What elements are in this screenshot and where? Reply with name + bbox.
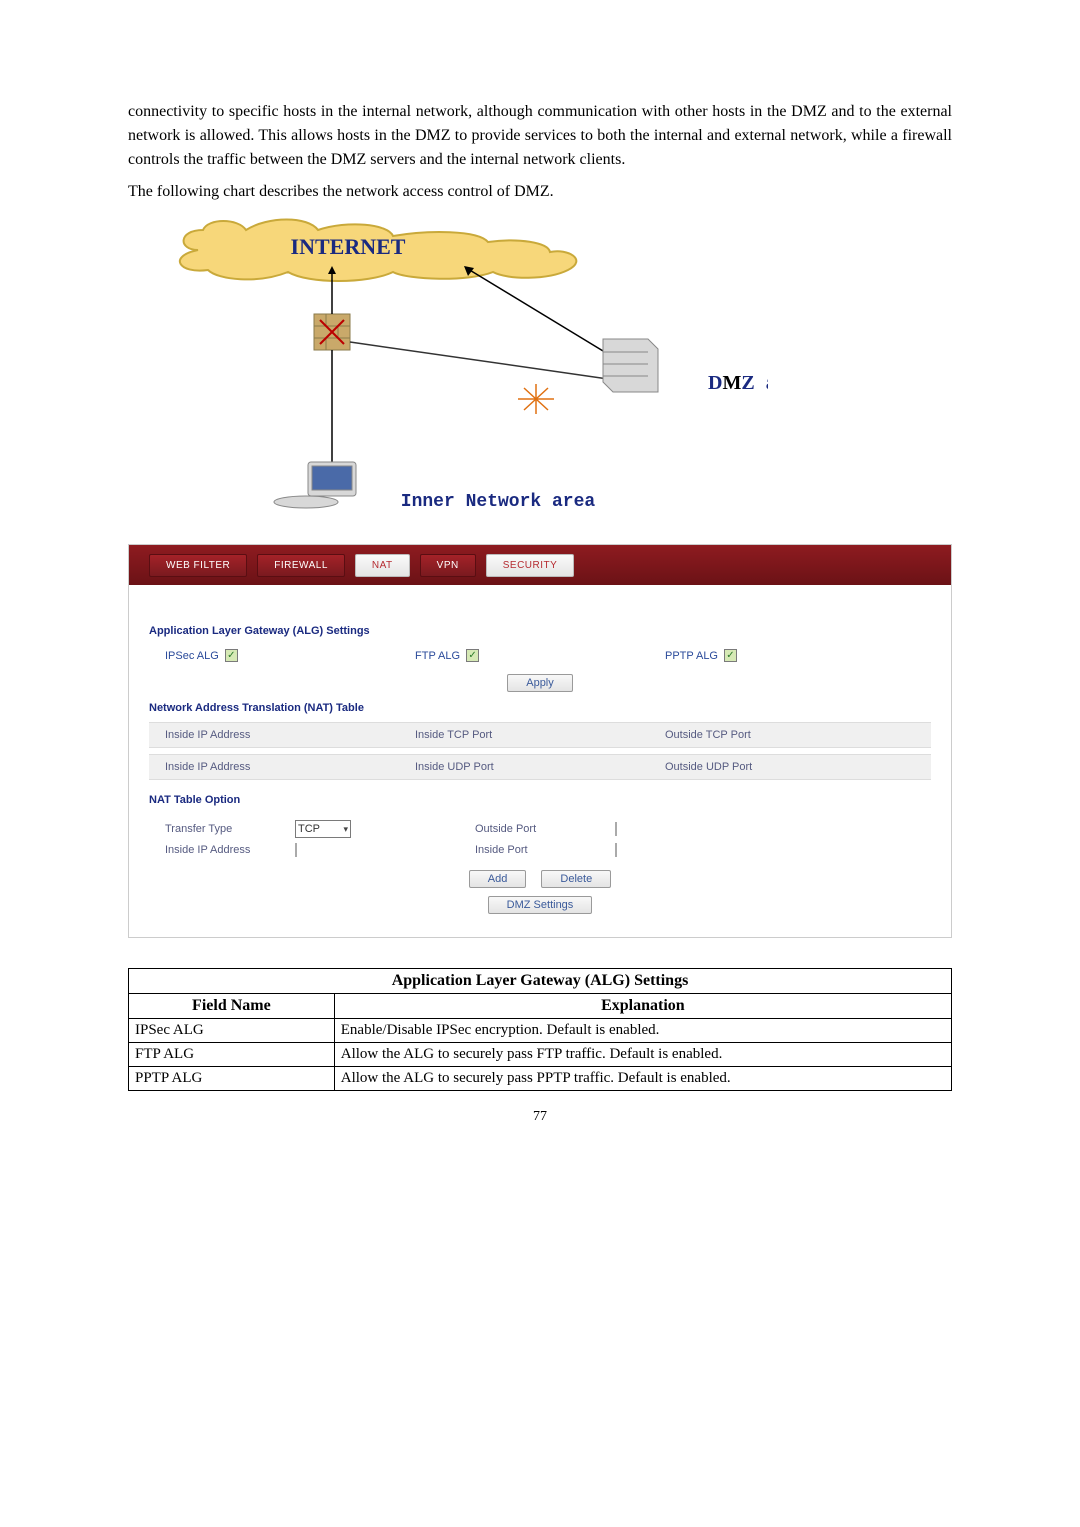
col-inside-ip: Inside IP Address <box>165 729 415 741</box>
dmz-label: DMZ area <box>708 372 768 394</box>
table-row: FTP ALG Allow the ALG to securely pass F… <box>129 1043 952 1067</box>
defs-title: Application Layer Gateway (ALG) Settings <box>129 969 952 994</box>
defs-row-name: IPSec ALG <box>129 1019 335 1043</box>
inside-port-label: Inside Port <box>475 844 595 856</box>
defs-row-name: PPTP ALG <box>129 1067 335 1091</box>
inner-network-label: Inner Network area <box>401 492 596 512</box>
apply-button[interactable]: Apply <box>507 674 573 692</box>
defs-row-expl: Allow the ALG to securely pass FTP traff… <box>334 1043 951 1067</box>
tab-nat[interactable]: NAT <box>355 554 410 577</box>
tab-web-filter[interactable]: WEB FILTER <box>149 554 247 577</box>
body-paragraph-2: The following chart describes the networ… <box>128 180 952 204</box>
ftp-alg-checkbox[interactable]: ✓ <box>466 649 479 662</box>
line-router-to-dmz <box>350 342 608 379</box>
col-inside-udp: Inside UDP Port <box>415 761 665 773</box>
col-inside-tcp: Inside TCP Port <box>415 729 665 741</box>
col-outside-udp: Outside UDP Port <box>665 761 915 773</box>
delete-button[interactable]: Delete <box>541 870 611 888</box>
col-inside-ip-2: Inside IP Address <box>165 761 415 773</box>
alg-section-title: Application Layer Gateway (ALG) Settings <box>149 625 931 637</box>
inside-port-input[interactable] <box>615 843 617 857</box>
defs-hdr-expl: Explanation <box>334 994 951 1019</box>
dmz-settings-button[interactable]: DMZ Settings <box>488 896 593 914</box>
nat-table-header-udp: Inside IP Address Inside UDP Port Outsid… <box>149 754 931 780</box>
table-row: IPSec ALG Enable/Disable IPSec encryptio… <box>129 1019 952 1043</box>
defs-row-name: FTP ALG <box>129 1043 335 1067</box>
outside-port-label: Outside Port <box>475 823 595 835</box>
pptp-alg-label: PPTP ALG <box>665 650 718 662</box>
body-paragraph-1: connectivity to specific hosts in the in… <box>128 100 952 172</box>
nat-option-title: NAT Table Option <box>149 794 931 806</box>
arrow-dmz-to-internet <box>468 269 608 354</box>
ftp-alg-label: FTP ALG <box>415 650 460 662</box>
ipsec-alg-checkbox[interactable]: ✓ <box>225 649 238 662</box>
nat-table-header-tcp: Inside IP Address Inside TCP Port Outsid… <box>149 722 931 748</box>
allowed-star-icon <box>518 384 554 414</box>
tab-security[interactable]: SECURITY <box>486 554 575 577</box>
add-button[interactable]: Add <box>469 870 527 888</box>
pptp-alg-checkbox[interactable]: ✓ <box>724 649 737 662</box>
tab-vpn[interactable]: VPN <box>420 554 476 577</box>
tab-bar: WEB FILTER FIREWALL NAT VPN SECURITY <box>129 545 951 585</box>
internet-label: INTERNET <box>291 234 406 259</box>
definitions-table: Application Layer Gateway (ALG) Settings… <box>128 968 952 1091</box>
outside-port-input[interactable] <box>615 822 617 836</box>
defs-row-expl: Allow the ALG to securely pass PPTP traf… <box>334 1067 951 1091</box>
computer-icon <box>274 462 356 508</box>
col-outside-tcp: Outside TCP Port <box>665 729 915 741</box>
table-row: PPTP ALG Allow the ALG to securely pass … <box>129 1067 952 1091</box>
ipsec-alg-label: IPSec ALG <box>165 650 219 662</box>
transfer-type-select[interactable]: TCP <box>295 820 351 838</box>
defs-hdr-field: Field Name <box>129 994 335 1019</box>
tab-firewall[interactable]: FIREWALL <box>257 554 345 577</box>
config-panel: WEB FILTER FIREWALL NAT VPN SECURITY App… <box>128 544 952 938</box>
server-icon <box>603 339 658 392</box>
dmz-diagram: INTERNET <box>148 214 952 524</box>
inside-ip-label: Inside IP Address <box>165 844 275 856</box>
transfer-type-label: Transfer Type <box>165 823 275 835</box>
page-number: 77 <box>128 1109 952 1125</box>
inside-ip-input[interactable] <box>295 843 297 857</box>
nat-table-title: Network Address Translation (NAT) Table <box>149 702 931 714</box>
defs-row-expl: Enable/Disable IPSec encryption. Default… <box>334 1019 951 1043</box>
